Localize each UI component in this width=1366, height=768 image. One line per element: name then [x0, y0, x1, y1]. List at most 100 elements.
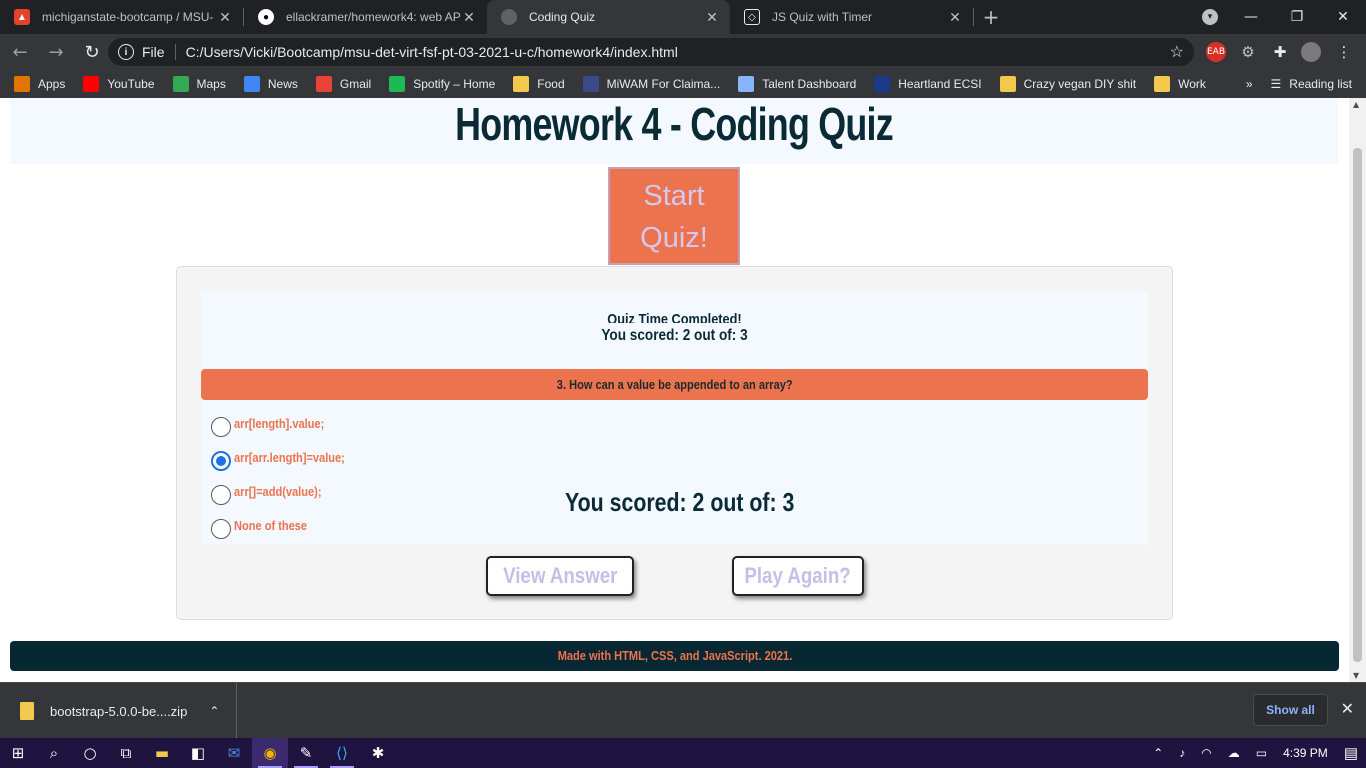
url-text[interactable]: C:/Users/Vicki/Bootcamp/msu-det-virt-fsf…	[186, 44, 678, 60]
news-icon	[243, 76, 260, 92]
answer-option[interactable]: arr[length].value;	[211, 409, 340, 437]
battery-icon[interactable]: ▭	[1256, 746, 1267, 760]
radio-button[interactable]	[211, 417, 231, 437]
close-icon[interactable]: ✕	[704, 9, 720, 26]
tab-gitlab[interactable]: ▲ michiganstate-bootcamp / MSU- ✕	[0, 0, 243, 34]
extension-gear-icon[interactable]: ⚙	[1238, 42, 1258, 62]
profile-avatar[interactable]	[1301, 42, 1321, 62]
reading-list-icon: ☰	[1270, 77, 1282, 91]
close-icon[interactable]: ✕	[217, 9, 233, 26]
bookmark-item[interactable]: Gmail	[315, 76, 371, 92]
play-again-button[interactable]: Play Again?	[732, 556, 864, 596]
menu-kebab-icon[interactable]: ⋮	[1334, 42, 1354, 62]
store-icon[interactable]: ◧	[180, 738, 216, 768]
bookmark-item[interactable]: Work	[1154, 76, 1206, 92]
windows-start-icon[interactable]: ⊞	[0, 738, 36, 768]
bookmark-item[interactable]: Talent Dashboard	[738, 76, 856, 92]
quiz-completed-heading: Quiz Time Completed!	[607, 311, 742, 323]
extensions-puzzle-icon[interactable]: ✚	[1270, 42, 1290, 62]
wifi-icon[interactable]: ◠	[1201, 746, 1211, 760]
close-icon[interactable]: ✕	[947, 9, 963, 26]
bookmark-item[interactable]: Apps	[14, 76, 65, 92]
cortana-icon[interactable]: ○	[72, 738, 108, 768]
tab-github[interactable]: ● ellackramer/homework4: web AP ✕	[244, 0, 487, 34]
close-icon[interactable]: ✕	[461, 9, 477, 26]
maps-pin-icon	[172, 76, 189, 92]
bookmark-item[interactable]: Spotify – Home	[389, 76, 495, 92]
mail-icon[interactable]: ✉	[216, 738, 252, 768]
start-quiz-button[interactable]: Start Quiz!	[608, 167, 740, 265]
bookmark-label: Apps	[38, 77, 66, 91]
bookmark-star-icon[interactable]: ☆	[1170, 42, 1184, 62]
tab-strip: ▲ michiganstate-bootcamp / MSU- ✕ ● ella…	[0, 0, 1366, 34]
answer-option[interactable]: arr[]=add(value);	[211, 477, 337, 505]
radio-button[interactable]	[211, 519, 231, 539]
answer-option[interactable]: None of these	[211, 511, 320, 539]
back-arrow-icon[interactable]: ←	[4, 36, 36, 68]
volume-icon[interactable]: ♪	[1179, 746, 1185, 760]
scrollbar-thumb[interactable]	[1353, 148, 1362, 662]
bookmark-item[interactable]: YouTube	[83, 76, 155, 92]
file-explorer-icon[interactable]: ▬	[144, 738, 180, 768]
reload-icon[interactable]: ↻	[76, 36, 108, 68]
view-answer-button[interactable]: View Answer	[486, 556, 634, 596]
download-item[interactable]: bootstrap-5.0.0-be....zip ⌃	[0, 683, 237, 739]
zip-file-icon	[20, 702, 34, 720]
bookmark-item[interactable]: Crazy vegan DIY shit	[999, 76, 1136, 92]
chevron-up-icon[interactable]: ⌃	[1153, 746, 1163, 760]
bookmark-label: Spotify – Home	[413, 77, 496, 91]
question-text: 3. How can a value be appended to an arr…	[556, 377, 793, 392]
vertical-scrollbar[interactable]: ▲ ▼	[1349, 98, 1366, 682]
gmail-icon	[315, 76, 332, 92]
vscode-icon[interactable]: ⟨⟩	[324, 738, 360, 768]
tab-js-quiz[interactable]: ◇ JS Quiz with Timer ✕	[730, 0, 973, 34]
notification-icon[interactable]: ▤	[1344, 744, 1358, 762]
clock[interactable]: 4:39 PM	[1283, 746, 1328, 760]
bookmarks-overflow-button[interactable]: »	[1246, 77, 1253, 91]
play-again-label: Play Again?	[744, 563, 852, 588]
extension-eab-icon[interactable]: EAB	[1206, 42, 1226, 62]
quiz-card: Quiz Time Completed! You scored: 2 out o…	[176, 266, 1173, 620]
gitlab-icon: ▲	[14, 9, 30, 25]
bookmark-item[interactable]: Heartland ECSI	[874, 76, 982, 92]
bookmark-item[interactable]: News	[243, 76, 298, 92]
onedrive-icon[interactable]: ☁	[1228, 746, 1240, 760]
tab-label: Coding Quiz	[529, 10, 596, 24]
browser-toolbar: ← → ↻ i File C:/Users/Vicki/Bootcamp/msu…	[0, 34, 1366, 70]
address-bar[interactable]: i File C:/Users/Vicki/Bootcamp/msu-det-v…	[108, 38, 1194, 66]
forward-arrow-icon[interactable]: →	[40, 36, 72, 68]
globe-icon	[501, 9, 517, 25]
tab-coding-quiz[interactable]: Coding Quiz ✕	[487, 0, 730, 34]
chrome-icon[interactable]: ◉	[252, 738, 288, 768]
show-all-button[interactable]: Show all	[1253, 694, 1328, 726]
search-icon[interactable]: ⌕	[36, 738, 72, 768]
bookmarks-bar: Apps YouTube Maps News Gmail Spotify – Home Fo…	[0, 70, 1366, 98]
bookmark-item[interactable]: Maps	[172, 76, 226, 92]
chevron-up-icon[interactable]: ⌃	[209, 704, 219, 718]
info-icon[interactable]: i	[118, 44, 134, 60]
download-filename: bootstrap-5.0.0-be....zip	[50, 703, 188, 719]
window-close-icon[interactable]: ✕	[1320, 9, 1366, 25]
minimize-icon[interactable]: —	[1228, 9, 1274, 25]
github-icon: ●	[258, 9, 274, 25]
reading-list-button[interactable]: Reading list	[1289, 77, 1352, 91]
slack-icon[interactable]: ✱	[360, 738, 396, 768]
bookmark-item[interactable]: MiWAM For Claima...	[582, 76, 720, 92]
paint-icon[interactable]: ✎	[288, 738, 324, 768]
restore-icon[interactable]: ❐	[1274, 9, 1320, 25]
new-tab-button[interactable]: +	[974, 0, 1008, 34]
close-icon[interactable]: ✕	[1341, 699, 1354, 718]
tab-label: michiganstate-bootcamp / MSU-	[42, 10, 214, 24]
scroll-down-arrow-icon[interactable]: ▼	[1353, 671, 1359, 680]
task-view-icon[interactable]: ⧉	[108, 738, 144, 768]
bookmark-item[interactable]: Food	[513, 76, 565, 92]
radio-button[interactable]	[211, 485, 231, 505]
answer-option[interactable]: arr[arr.length]=value;	[211, 443, 364, 471]
radio-button[interactable]	[211, 451, 231, 471]
windows-taskbar: ⊞ ⌕ ○ ⧉ ▬ ◧ ✉ ◉ ✎ ⟨⟩ ✱ ⌃ ♪ ◠ ☁ ▭ 4:39 PM…	[0, 738, 1366, 768]
scheme-label: File	[142, 44, 165, 60]
tab-search-icon[interactable]: ▾	[1202, 9, 1218, 25]
codepen-icon: ◇	[744, 9, 760, 25]
scroll-up-arrow-icon[interactable]: ▲	[1353, 100, 1359, 109]
spotify-icon	[389, 76, 406, 92]
